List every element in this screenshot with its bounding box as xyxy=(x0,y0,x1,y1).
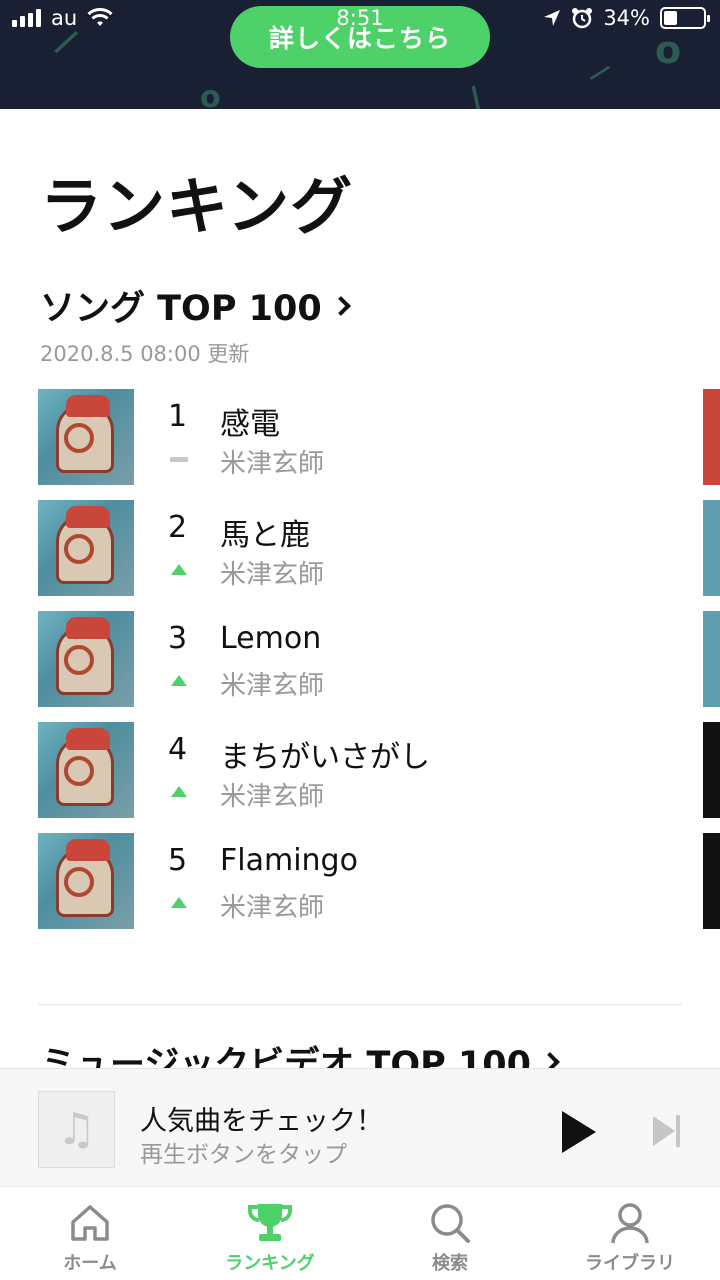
artist-name: 米津玄師 xyxy=(220,782,325,812)
artist-name: 米津玄師 xyxy=(220,893,325,923)
bottom-tab-bar: ホーム ランキング 検索 ライブラリ xyxy=(0,1186,720,1280)
album-art xyxy=(38,500,134,596)
next-card-peek[interactable] xyxy=(703,500,720,596)
artist-name: 米津玄師 xyxy=(220,449,325,479)
album-art xyxy=(38,389,134,485)
alarm-clock-icon xyxy=(572,8,593,29)
next-card-peek[interactable] xyxy=(703,389,720,485)
artist-name: 米津玄師 xyxy=(220,671,325,701)
tab-label: ホーム xyxy=(63,1253,117,1274)
rank-number: 4 xyxy=(168,732,188,767)
rank-up-icon xyxy=(171,564,187,575)
tab-label: ランキング xyxy=(225,1253,315,1274)
updated-timestamp: 2020.8.5 08:00 更新 xyxy=(40,342,250,366)
banner-decoration: / xyxy=(460,79,492,109)
ranking-row[interactable]: 3 Lemon 米津玄師 xyxy=(0,611,720,707)
home-icon xyxy=(71,1205,109,1241)
section-divider xyxy=(38,1004,682,1005)
ranking-row[interactable]: 1 感電 米津玄師 xyxy=(0,389,720,485)
ranking-row[interactable]: 4 まちがいさがし 米津玄師 xyxy=(0,722,720,818)
rank-number: 1 xyxy=(168,399,188,434)
song-title: Flamingo xyxy=(220,843,358,878)
player-title: 人気曲をチェック！ xyxy=(140,1106,383,1137)
song-title: 感電 xyxy=(220,407,280,442)
rank-number: 5 xyxy=(168,843,188,878)
artist-name: 米津玄師 xyxy=(220,560,325,590)
tab-library[interactable]: ライブラリ xyxy=(540,1187,720,1280)
person-icon xyxy=(611,1203,649,1244)
song-title: まちがいさがし xyxy=(220,740,430,775)
rank-up-icon xyxy=(171,786,187,797)
tab-ranking[interactable]: ランキング xyxy=(180,1187,360,1280)
page-title: ランキング xyxy=(40,170,354,243)
tab-search[interactable]: 検索 xyxy=(360,1187,540,1280)
song-title: 馬と鹿 xyxy=(220,518,310,553)
rank-up-icon xyxy=(171,675,187,686)
mini-player[interactable]: ♫ 人気曲をチェック！ 再生ボタンをタップ xyxy=(0,1068,720,1186)
music-note-icon: ♫ xyxy=(38,1091,115,1168)
album-art xyxy=(38,833,134,929)
skip-next-icon[interactable] xyxy=(650,1115,682,1147)
rank-up-icon xyxy=(171,897,187,908)
tab-label: 検索 xyxy=(432,1253,468,1274)
song-top100-link[interactable]: ソング TOP 100 xyxy=(40,280,351,331)
next-card-peek[interactable] xyxy=(703,833,720,929)
search-icon xyxy=(431,1204,470,1243)
banner-decoration: / xyxy=(586,58,614,88)
rank-number: 2 xyxy=(168,510,188,545)
status-bar: au 8:51 34% xyxy=(0,6,720,36)
banner-decoration: o xyxy=(200,80,221,109)
battery-percent: 34% xyxy=(603,6,650,30)
album-art xyxy=(38,611,134,707)
next-card-peek[interactable] xyxy=(703,611,720,707)
play-icon[interactable] xyxy=(562,1111,596,1153)
battery-icon xyxy=(660,7,710,29)
location-arrow-icon xyxy=(544,10,561,26)
chevron-right-icon xyxy=(330,295,351,316)
player-subtitle: 再生ボタンをタップ xyxy=(140,1142,347,1168)
section-title: ソング TOP 100 xyxy=(40,289,322,329)
song-title: Lemon xyxy=(220,621,322,656)
ranking-row[interactable]: 2 馬と鹿 米津玄師 xyxy=(0,500,720,596)
trophy-icon xyxy=(248,1204,292,1241)
album-art xyxy=(38,722,134,818)
next-card-peek[interactable] xyxy=(703,722,720,818)
rank-number: 3 xyxy=(168,621,188,656)
tab-label: ライブラリ xyxy=(585,1253,675,1274)
ranking-row[interactable]: 5 Flamingo 米津玄師 xyxy=(0,833,720,929)
rank-unchanged-icon xyxy=(170,457,188,462)
tab-home[interactable]: ホーム xyxy=(0,1187,180,1280)
